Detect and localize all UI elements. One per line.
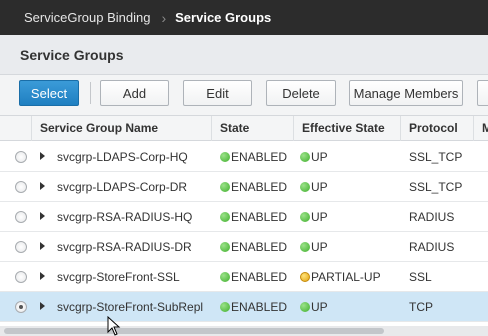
cell-state: ENABLED (220, 232, 287, 262)
cell-state: ENABLED (220, 142, 287, 172)
cell-effective-state: UP (300, 292, 328, 322)
manage-members-button[interactable]: Manage Members (349, 80, 463, 106)
status-dot-icon (300, 182, 310, 192)
expand-arrow-icon[interactable] (40, 182, 45, 190)
status-dot-icon (220, 272, 230, 282)
column-header-more[interactable]: M (473, 116, 488, 141)
cell-state: ENABLED (220, 262, 287, 292)
mouse-cursor-icon (107, 316, 121, 336)
delete-button[interactable]: Delete (266, 80, 336, 106)
breadcrumb-current: Service Groups (175, 10, 272, 25)
status-dot-icon (220, 212, 230, 222)
row-radio[interactable] (15, 271, 27, 283)
cell-protocol: RADIUS (409, 210, 455, 224)
expand-arrow-icon[interactable] (40, 242, 45, 250)
table-row[interactable]: svcgrp-StoreFront-SSL ENABLED PARTIAL-UP… (0, 262, 488, 292)
horizontal-scrollbar[interactable] (0, 326, 488, 336)
status-dot-icon (220, 152, 230, 162)
status-dot-icon (220, 242, 230, 252)
status-dot-icon (220, 182, 230, 192)
cell-name: svcgrp-LDAPS-Corp-HQ (57, 150, 188, 164)
column-header-effective-state[interactable]: Effective State (293, 116, 400, 141)
cell-effective-state: PARTIAL-UP (300, 262, 381, 292)
cell-protocol: SSL (409, 270, 432, 284)
cell-name: svcgrp-RSA-RADIUS-DR (57, 240, 192, 254)
cell-effective-state: UP (300, 172, 328, 202)
cell-state: ENABLED (220, 172, 287, 202)
breadcrumb-parent-link[interactable]: ServiceGroup Binding (24, 10, 150, 25)
overflow-button[interactable] (477, 80, 488, 106)
cell-state: ENABLED (220, 292, 287, 322)
breadcrumb: ServiceGroup Binding › Service Groups (0, 0, 488, 35)
chevron-right-icon: › (161, 9, 167, 26)
page-header: Service Groups (0, 35, 488, 75)
column-header-state[interactable]: State (211, 116, 293, 141)
row-radio[interactable] (15, 151, 27, 163)
add-button[interactable]: Add (100, 80, 169, 106)
cell-effective-state: UP (300, 202, 328, 232)
table-row[interactable]: svcgrp-RSA-RADIUS-HQ ENABLED UP RADIUS (0, 202, 488, 232)
status-dot-icon (300, 212, 310, 222)
table-row-selected[interactable]: svcgrp-StoreFront-SubRepl ENABLED UP TCP (0, 292, 488, 322)
status-dot-icon (300, 242, 310, 252)
cell-protocol: SSL_TCP (409, 180, 463, 194)
cell-protocol: TCP (409, 300, 433, 314)
status-dot-icon (300, 152, 310, 162)
cell-name: svcgrp-StoreFront-SubRepl (57, 300, 204, 314)
table-header: Service Group Name State Effective State… (0, 116, 488, 141)
scrollbar-thumb[interactable] (4, 328, 384, 334)
status-dot-icon (300, 302, 310, 312)
row-radio[interactable] (15, 211, 27, 223)
expand-arrow-icon[interactable] (40, 272, 45, 280)
column-header-protocol[interactable]: Protocol (400, 116, 473, 141)
warning-dot-icon (300, 272, 310, 282)
toolbar-divider (90, 82, 91, 104)
row-radio[interactable] (15, 181, 27, 193)
status-dot-icon (220, 302, 230, 312)
cell-name: svcgrp-RSA-RADIUS-HQ (57, 210, 193, 224)
row-radio[interactable] (15, 301, 27, 313)
expand-arrow-icon[interactable] (40, 152, 45, 160)
page-title: Service Groups (20, 46, 124, 63)
cell-name: svcgrp-StoreFront-SSL (57, 270, 180, 284)
service-groups-table: Service Group Name State Effective State… (0, 115, 488, 336)
cell-protocol: SSL_TCP (409, 150, 463, 164)
column-header-name[interactable]: Service Group Name (31, 116, 211, 141)
cell-effective-state: UP (300, 232, 328, 262)
table-row[interactable]: svcgrp-LDAPS-Corp-DR ENABLED UP SSL_TCP (0, 172, 488, 202)
cell-name: svcgrp-LDAPS-Corp-DR (57, 180, 188, 194)
select-button[interactable]: Select (19, 80, 79, 106)
table-row[interactable]: svcgrp-RSA-RADIUS-DR ENABLED UP RADIUS (0, 232, 488, 262)
cell-state: ENABLED (220, 202, 287, 232)
toolbar: Select Add Edit Delete Manage Members (0, 75, 488, 115)
cell-effective-state: UP (300, 142, 328, 172)
edit-button[interactable]: Edit (183, 80, 252, 106)
table-row[interactable]: svcgrp-LDAPS-Corp-HQ ENABLED UP SSL_TCP (0, 142, 488, 172)
expand-arrow-icon[interactable] (40, 212, 45, 220)
cell-protocol: RADIUS (409, 240, 455, 254)
row-radio[interactable] (15, 241, 27, 253)
expand-arrow-icon[interactable] (40, 302, 45, 310)
